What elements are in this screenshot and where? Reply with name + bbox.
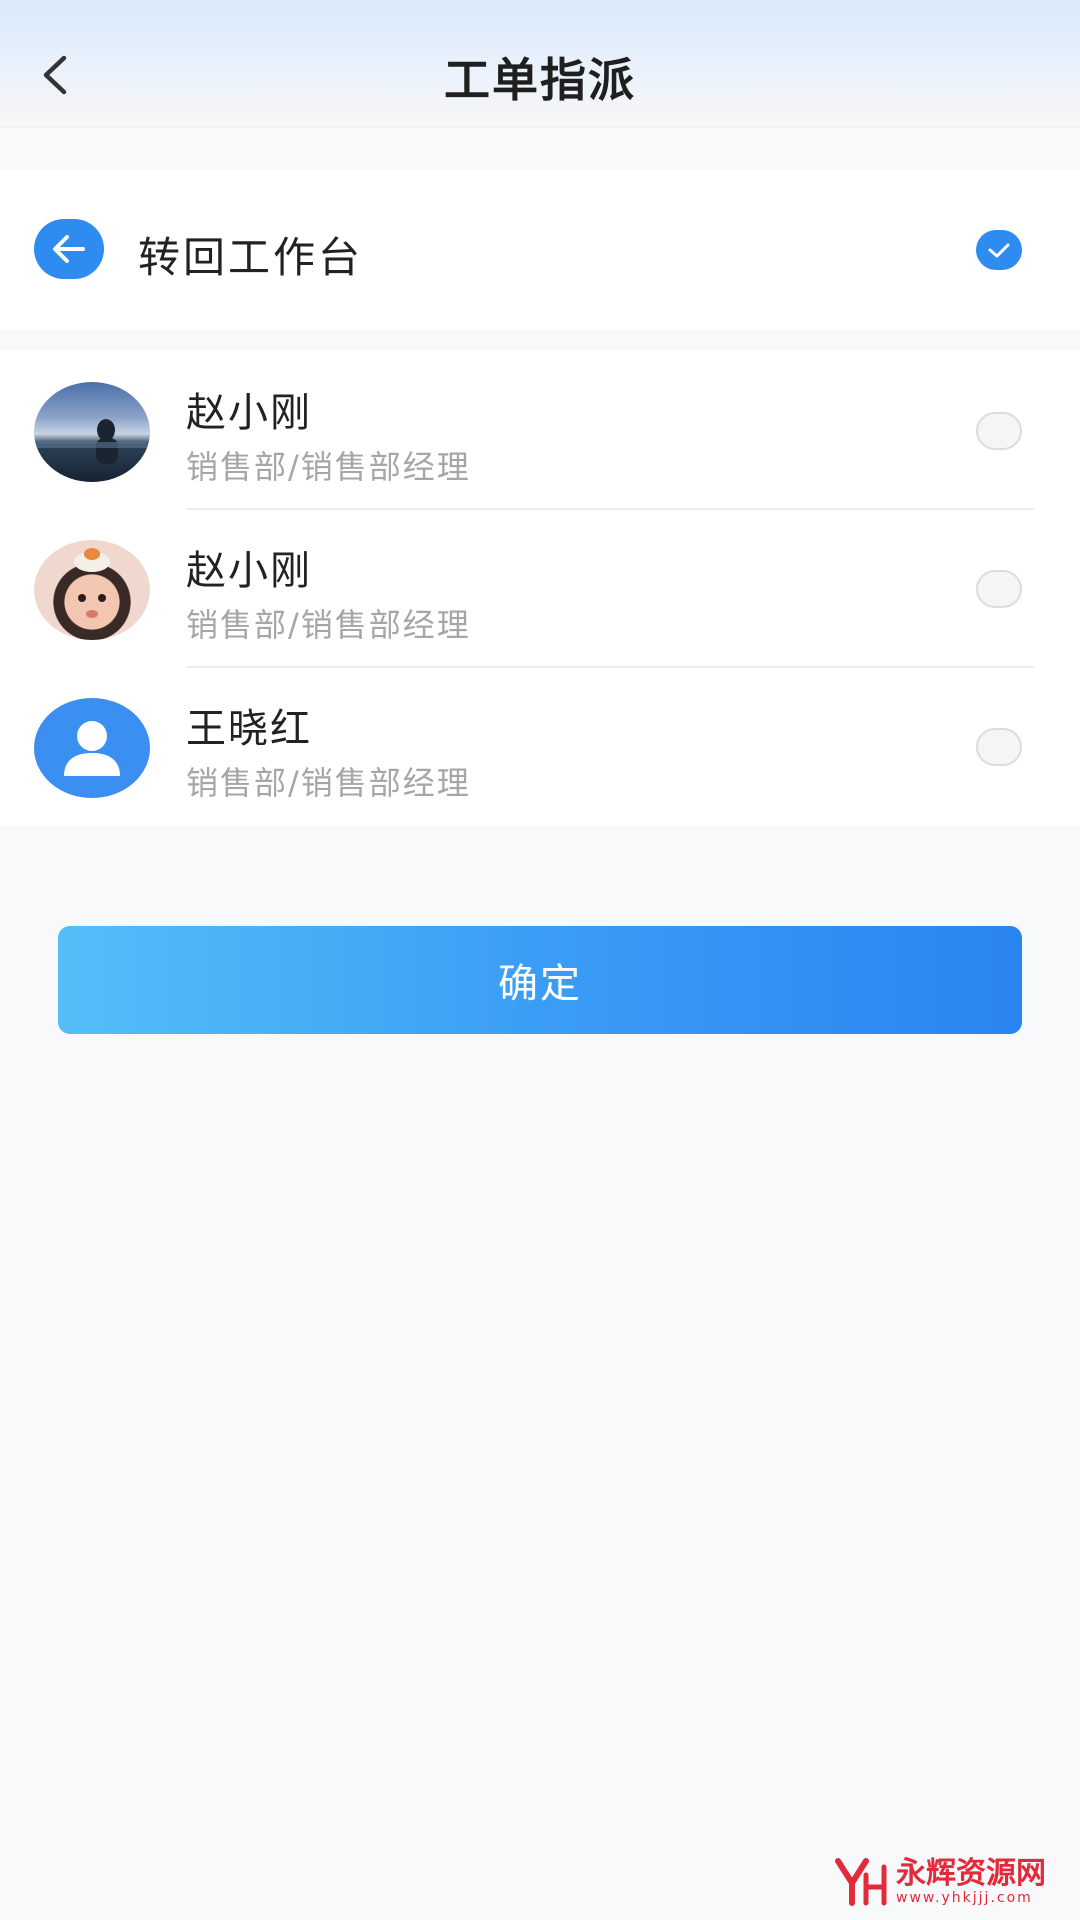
staff-name: 王晓红 [186,706,312,752]
watermark-url: www.yhkjjj.com [896,1890,1033,1906]
arrow-left-icon [53,235,85,263]
staff-department: 销售部/销售部经理 [186,448,471,486]
work-order-assign-screen: 工单指派 转回工作台 赵小刚 销售部/销售部经理 赵小刚 销售部/销售部经理 王… [0,0,1080,1920]
avatar [34,540,150,640]
unselected-radio[interactable] [976,570,1022,608]
watermark-text: 永辉资源网 www.yhkjjj.com [896,1856,1046,1907]
return-icon-badge [34,219,104,279]
default-user-icon [34,698,150,798]
watermark-logo-icon [835,1858,887,1906]
unselected-radio[interactable] [976,412,1022,450]
staff-name: 赵小刚 [186,390,312,436]
page-title: 工单指派 [444,53,636,107]
staff-row[interactable]: 赵小刚 销售部/销售部经理 [0,508,1080,666]
staff-department: 销售部/销售部经理 [186,606,471,644]
staff-row[interactable]: 赵小刚 销售部/销售部经理 [0,350,1080,508]
selected-check-icon[interactable] [976,230,1022,270]
return-to-workbench-option[interactable]: 转回工作台 [0,170,1080,330]
staff-row[interactable]: 王晓红 销售部/销售部经理 [0,666,1080,824]
confirm-button[interactable]: 确定 [58,926,1022,1034]
return-option-label: 转回工作台 [138,233,364,282]
avatar [34,382,150,482]
watermark-title: 永辉资源网 [896,1856,1046,1891]
header-bar: 工单指派 [0,0,1080,128]
watermark: 永辉资源网 www.yhkjjj.com [832,1854,1062,1910]
staff-name: 赵小刚 [186,548,312,594]
staff-department: 销售部/销售部经理 [186,764,471,802]
unselected-radio[interactable] [976,728,1022,766]
staff-list: 赵小刚 销售部/销售部经理 赵小刚 销售部/销售部经理 王晓红 销售部/销售部经… [0,350,1080,826]
